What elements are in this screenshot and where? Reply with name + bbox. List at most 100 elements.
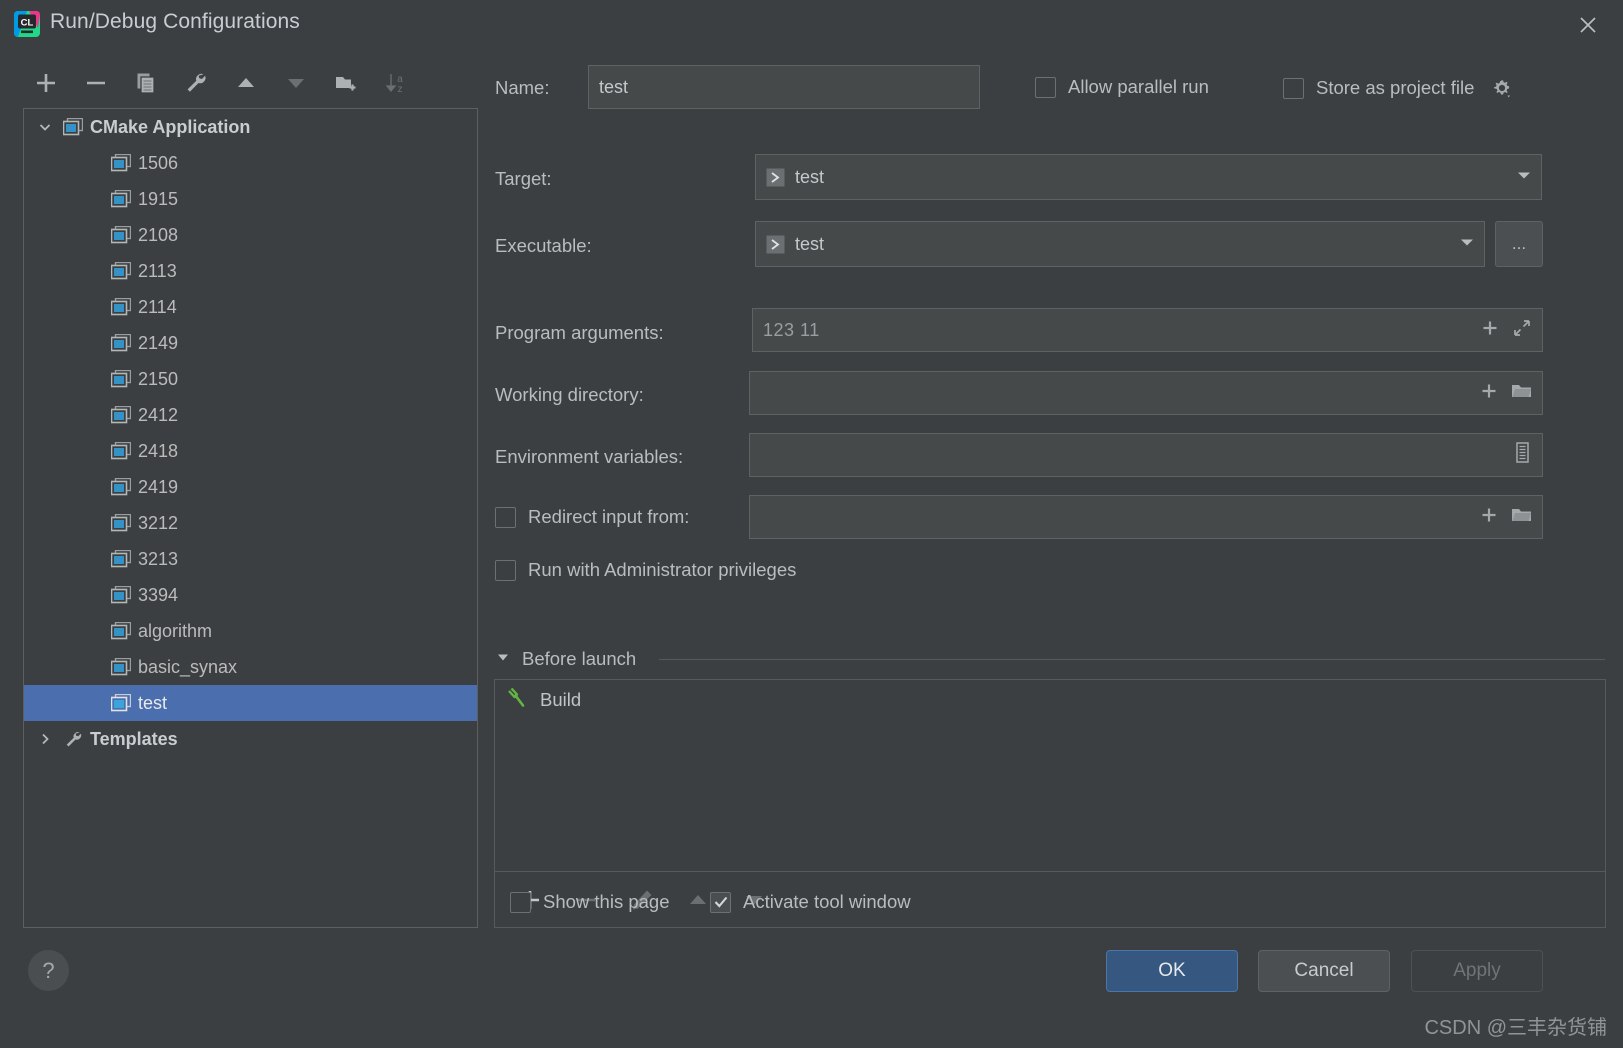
chevron-down-icon[interactable] bbox=[1515, 166, 1533, 189]
tree-item-3212[interactable]: 3212 bbox=[24, 505, 477, 541]
executable-browse-button[interactable]: ... bbox=[1495, 221, 1543, 267]
tree-item-2418[interactable]: 2418 bbox=[24, 433, 477, 469]
tree-item-algorithm[interactable]: algorithm bbox=[24, 613, 477, 649]
redirect-input-checkbox-row[interactable]: Redirect input from: bbox=[495, 506, 689, 528]
folder-browse-icon[interactable] bbox=[1511, 381, 1532, 406]
close-icon[interactable] bbox=[1571, 8, 1605, 42]
name-label: Name: bbox=[495, 77, 550, 98]
before-launch-task-label: Build bbox=[540, 688, 582, 710]
run-config-icon bbox=[110, 405, 132, 425]
tree-item-label: 3212 bbox=[138, 513, 179, 533]
csdn-watermark: CSDN @三丰杂货铺 bbox=[1424, 1017, 1607, 1039]
clion-logo-icon: CL bbox=[14, 11, 40, 37]
before-launch-task-list[interactable]: Build bbox=[494, 679, 1606, 872]
activate-tool-window-label: Activate tool window bbox=[743, 891, 911, 912]
remove-configuration-button[interactable] bbox=[74, 64, 118, 102]
tree-item-1506[interactable]: 1506 bbox=[24, 145, 477, 181]
sort-configurations-button[interactable]: a z bbox=[374, 64, 418, 102]
store-as-project-file-checkbox-row[interactable]: Store as project file bbox=[1283, 76, 1514, 100]
executable-value: test bbox=[795, 233, 825, 254]
name-input[interactable]: test bbox=[588, 65, 980, 109]
gear-icon[interactable] bbox=[1490, 76, 1514, 100]
show-this-page-checkbox[interactable] bbox=[510, 891, 531, 913]
tree-item-2108[interactable]: 2108 bbox=[24, 217, 477, 253]
redirect-input-checkbox[interactable] bbox=[495, 506, 516, 528]
run-config-icon bbox=[110, 261, 132, 281]
tree-item-1915[interactable]: 1915 bbox=[24, 181, 477, 217]
run-config-icon bbox=[110, 153, 132, 173]
store-as-project-file-checkbox[interactable] bbox=[1283, 77, 1304, 99]
run-as-admin-checkbox[interactable] bbox=[495, 559, 516, 581]
run-as-admin-label: Run with Administrator privileges bbox=[528, 559, 797, 580]
tree-item-label: 3394 bbox=[138, 585, 179, 605]
copy-configuration-button[interactable] bbox=[124, 64, 168, 102]
tree-item-templates[interactable]: Templates bbox=[24, 721, 477, 757]
tree-root-label: CMake Application bbox=[90, 117, 251, 137]
show-this-page-checkbox-row[interactable]: Show this page bbox=[510, 891, 670, 913]
move-down-button[interactable] bbox=[274, 64, 318, 102]
run-config-icon bbox=[110, 297, 132, 317]
cmake-app-icon bbox=[62, 117, 84, 137]
run-config-icon bbox=[110, 225, 132, 245]
target-run-icon bbox=[766, 235, 785, 254]
edit-templates-wrench-icon[interactable] bbox=[174, 64, 218, 102]
tree-item-2412[interactable]: 2412 bbox=[24, 397, 477, 433]
tree-item-test[interactable]: test bbox=[24, 685, 477, 721]
add-configuration-button[interactable] bbox=[24, 64, 68, 102]
title-bar: CL Run/Debug Configurations bbox=[0, 0, 1623, 48]
chevron-down-icon[interactable] bbox=[34, 116, 56, 138]
executable-dropdown[interactable]: test bbox=[755, 221, 1485, 267]
activate-tool-window-checkbox[interactable] bbox=[710, 891, 731, 913]
svg-text:z: z bbox=[398, 84, 403, 95]
insert-macro-icon[interactable] bbox=[1479, 505, 1499, 530]
chevron-right-icon[interactable] bbox=[34, 728, 56, 750]
tree-item-2150[interactable]: 2150 bbox=[24, 361, 477, 397]
tree-item-3394[interactable]: 3394 bbox=[24, 577, 477, 613]
run-as-admin-checkbox-row[interactable]: Run with Administrator privileges bbox=[495, 559, 796, 581]
tree-item-2149[interactable]: 2149 bbox=[24, 325, 477, 361]
working-directory-label: Working directory: bbox=[495, 384, 644, 405]
help-button[interactable]: ? bbox=[28, 950, 69, 991]
tree-item-2113[interactable]: 2113 bbox=[24, 253, 477, 289]
run-config-icon bbox=[110, 477, 132, 497]
tree-item-label: Templates bbox=[90, 729, 178, 749]
allow-parallel-run-label: Allow parallel run bbox=[1068, 76, 1209, 97]
run-config-icon bbox=[110, 513, 132, 533]
tree-item-label: 1506 bbox=[138, 153, 179, 173]
run-config-icon bbox=[110, 189, 132, 209]
tree-item-basic-synax[interactable]: basic_synax bbox=[24, 649, 477, 685]
tree-item-label: 2108 bbox=[138, 225, 179, 245]
tree-item-3213[interactable]: 3213 bbox=[24, 541, 477, 577]
new-folder-button[interactable] bbox=[324, 64, 368, 102]
target-label: Target: bbox=[495, 168, 552, 189]
tree-item-2114[interactable]: 2114 bbox=[24, 289, 477, 325]
program-arguments-value: 123 11 bbox=[763, 319, 820, 340]
cancel-button[interactable]: Cancel bbox=[1258, 950, 1390, 992]
run-config-icon bbox=[110, 369, 132, 389]
insert-macro-icon[interactable] bbox=[1479, 381, 1499, 406]
tree-root-cmake-application[interactable]: CMake Application bbox=[24, 109, 477, 145]
allow-parallel-run-checkbox-row[interactable]: Allow parallel run bbox=[1035, 76, 1209, 98]
insert-macro-icon[interactable] bbox=[1480, 318, 1500, 343]
collapse-triangle-icon[interactable] bbox=[495, 648, 511, 670]
target-dropdown[interactable]: test bbox=[755, 154, 1542, 200]
chevron-down-icon[interactable] bbox=[1458, 233, 1476, 256]
svg-text:CL: CL bbox=[21, 18, 34, 29]
working-directory-input[interactable] bbox=[749, 371, 1543, 415]
show-this-page-label: Show this page bbox=[543, 891, 670, 912]
activate-tool-window-checkbox-row[interactable]: Activate tool window bbox=[710, 891, 911, 913]
allow-parallel-run-checkbox[interactable] bbox=[1035, 76, 1056, 98]
environment-variables-input[interactable] bbox=[749, 433, 1543, 477]
ok-button[interactable]: OK bbox=[1106, 950, 1238, 992]
tree-item-label: 3213 bbox=[138, 549, 179, 569]
before-launch-header[interactable]: Before launch bbox=[495, 648, 1605, 670]
before-launch-task-row[interactable]: Build bbox=[495, 680, 1605, 719]
move-up-button[interactable] bbox=[224, 64, 268, 102]
expand-editor-icon[interactable] bbox=[1512, 318, 1532, 343]
folder-browse-icon[interactable] bbox=[1511, 505, 1532, 530]
program-arguments-input[interactable]: 123 11 bbox=[752, 308, 1543, 352]
redirect-input-field[interactable] bbox=[749, 495, 1543, 539]
environment-list-icon[interactable] bbox=[1513, 442, 1532, 468]
tree-item-2419[interactable]: 2419 bbox=[24, 469, 477, 505]
run-debug-configurations-dialog: CL Run/Debug Configurations a z CMake Ap… bbox=[0, 0, 1623, 1048]
